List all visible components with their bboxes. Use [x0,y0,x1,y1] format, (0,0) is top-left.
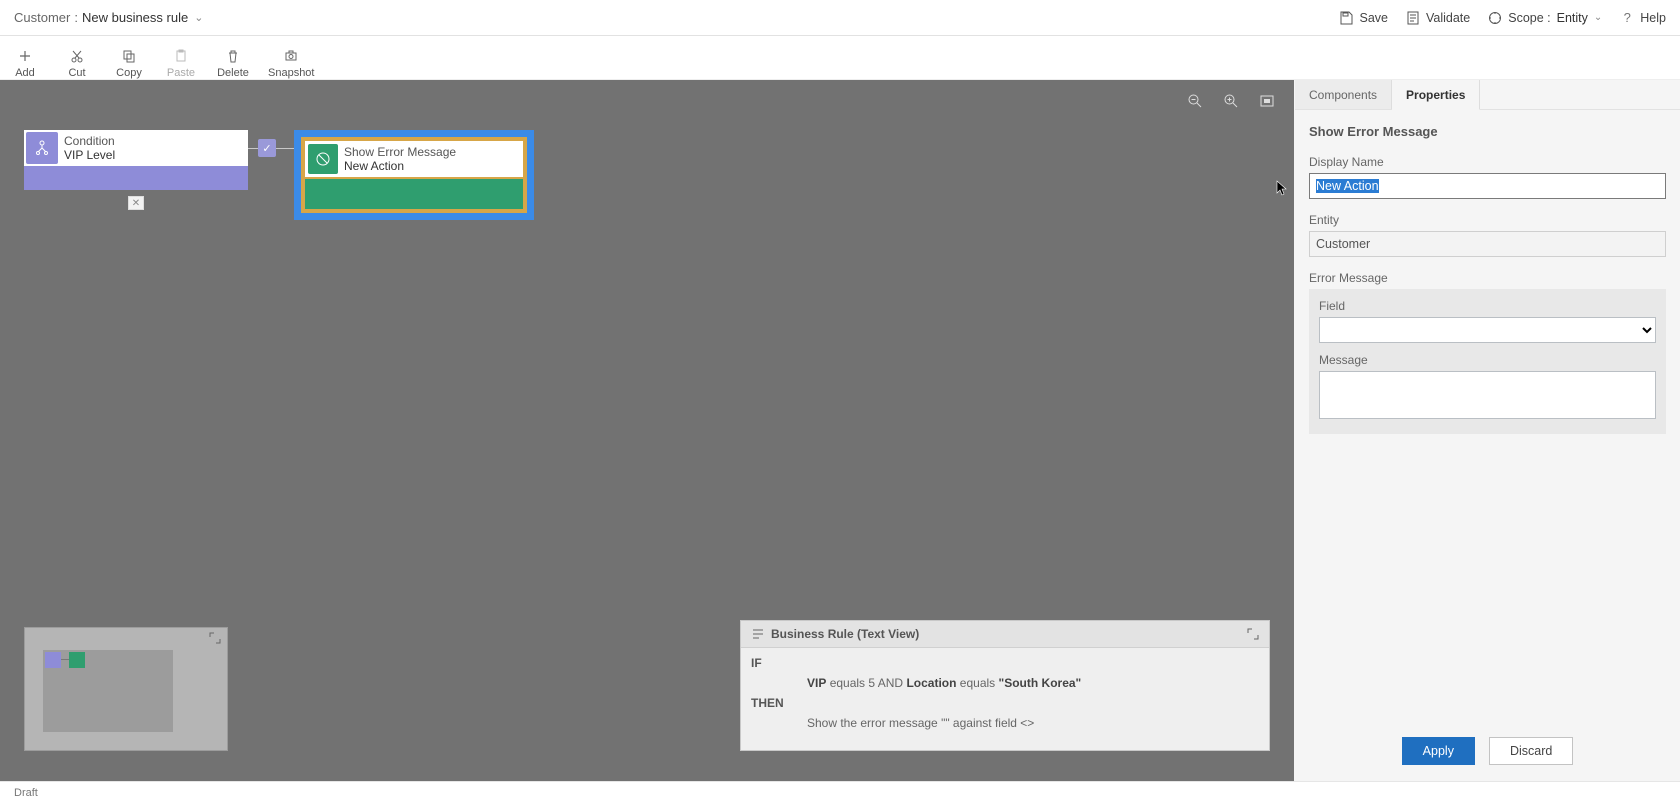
node-name-label: VIP Level [64,148,115,162]
fit-screen-icon[interactable] [1258,92,1276,110]
panel-heading: Show Error Message [1309,124,1666,139]
error-message-label: Error Message [1309,271,1666,285]
action-node-selected[interactable]: Show Error Message New Action [294,130,534,220]
field-select[interactable] [1319,317,1656,343]
save-button[interactable]: Save [1339,11,1388,25]
message-textarea[interactable] [1319,371,1656,419]
header-title[interactable]: Customer : New business rule ⌄ [14,10,203,25]
tab-properties[interactable]: Properties [1392,80,1480,110]
add-button[interactable]: Add [8,39,42,79]
entity-label: Entity [1309,213,1666,227]
node-name-label: New Action [344,159,456,173]
then-expression: Show the error message "" against field … [807,716,1259,730]
validate-button[interactable]: Validate [1406,11,1470,25]
if-expression: VIP equals 5 AND Location equals "South … [807,676,1259,690]
apply-button[interactable]: Apply [1402,737,1475,765]
toolbar: Add Cut Copy Paste Delete Snapshot [0,36,1680,80]
minimap[interactable] [24,627,228,751]
trash-icon [225,48,241,64]
save-icon [1339,11,1353,25]
minimap-action-node [69,652,85,668]
display-name-label: Display Name [1309,155,1666,169]
error-action-icon [308,144,338,174]
textview-icon [751,627,765,641]
business-rule-text-view: Business Rule (Text View) IF VIP equals … [740,620,1270,751]
copy-icon [121,48,137,64]
camera-icon [283,48,299,64]
node-type-label: Show Error Message [344,145,456,159]
scope-selector[interactable]: Scope : Entity ⌄ [1488,11,1602,25]
delete-button[interactable]: Delete [216,39,250,79]
chevron-down-icon: ⌄ [1594,12,1602,23]
rule-name: New business rule [82,10,188,25]
scissors-icon [69,48,85,64]
help-icon: ? [1620,11,1634,25]
help-button[interactable]: ? Help [1620,11,1666,25]
zoom-in-icon[interactable] [1222,92,1240,110]
entity-label: Customer [14,10,70,25]
message-label: Message [1319,353,1656,367]
if-keyword: IF [751,656,807,670]
discard-button[interactable]: Discard [1489,737,1573,765]
display-name-input[interactable]: New Action [1309,173,1666,199]
true-connector: ✓ [248,130,294,166]
scope-icon [1488,11,1502,25]
plus-icon [17,48,33,64]
condition-rule-bar[interactable] [24,166,248,190]
status-text: Draft [14,787,38,799]
condition-icon [26,132,58,164]
zoom-out-icon[interactable] [1186,92,1204,110]
header-bar: Customer : New business rule ⌄ Save Vali… [0,0,1680,36]
field-label: Field [1319,299,1656,313]
chevron-down-icon[interactable]: ⌄ [192,11,203,24]
node-type-label: Condition [64,134,115,148]
tab-components[interactable]: Components [1295,80,1392,109]
copy-button[interactable]: Copy [112,39,146,79]
paste-button: Paste [164,39,198,79]
cursor-icon [1276,180,1288,196]
status-bar: Draft [0,781,1680,803]
snapshot-button[interactable]: Snapshot [268,39,314,79]
entity-input [1309,231,1666,257]
validate-icon [1406,11,1420,25]
expand-icon[interactable] [1247,628,1259,640]
properties-panel: Components Properties Show Error Message… [1294,80,1680,781]
then-keyword: THEN [751,696,807,710]
designer-canvas[interactable]: Condition VIP Level ✕ ✓ [0,80,1294,781]
condition-node[interactable]: Condition VIP Level ✕ [24,130,248,210]
minimap-condition-node [45,652,61,668]
expand-icon[interactable] [209,632,221,644]
paste-icon [173,48,189,64]
false-branch-handle[interactable]: ✕ [128,196,144,210]
checkmark-icon: ✓ [258,139,276,157]
textview-title: Business Rule (Text View) [771,627,919,641]
cut-button[interactable]: Cut [60,39,94,79]
action-body-bar[interactable] [305,179,523,209]
